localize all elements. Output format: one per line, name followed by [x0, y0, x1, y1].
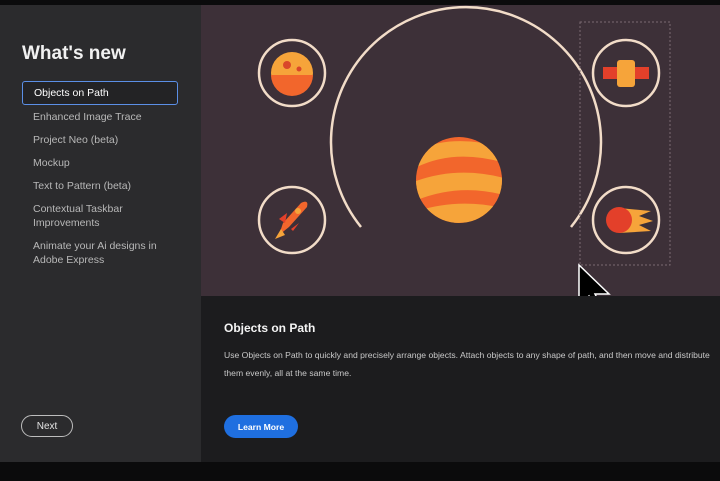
nav-item-objects-on-path[interactable]: Objects on Path [22, 81, 178, 105]
satellite-icon [591, 38, 661, 108]
rocket-icon [257, 185, 327, 255]
whats-new-dialog: What's new Objects on Path Enhanced Imag… [0, 5, 720, 462]
nav-item-project-neo[interactable]: Project Neo (beta) [22, 129, 178, 151]
learn-more-button[interactable]: Learn More [224, 415, 298, 438]
feature-illustration [201, 5, 720, 296]
comet-icon [591, 185, 661, 255]
feature-nav: Objects on Path Enhanced Image Trace Pro… [22, 81, 178, 272]
feature-info: Objects on Path Use Objects on Path to q… [201, 296, 720, 462]
nav-item-mockup[interactable]: Mockup [22, 152, 178, 174]
next-button[interactable]: Next [21, 415, 73, 437]
nav-item-text-to-pattern[interactable]: Text to Pattern (beta) [22, 175, 178, 197]
feature-description: Use Objects on Path to quickly and preci… [224, 350, 710, 378]
nav-item-animate-adobe-express[interactable]: Animate your Ai designs in Adobe Express [22, 235, 178, 271]
planet-icon [257, 38, 327, 108]
sidebar: What's new Objects on Path Enhanced Imag… [0, 5, 201, 462]
feature-panel: Objects on Path Use Objects on Path to q… [201, 5, 720, 462]
feature-title: Objects on Path [224, 321, 316, 335]
dialog-title: What's new [22, 43, 126, 64]
nav-item-contextual-taskbar[interactable]: Contextual Taskbar Improvements [22, 198, 178, 234]
mouse-cursor-icon [578, 263, 611, 296]
nav-item-enhanced-image-trace[interactable]: Enhanced Image Trace [22, 106, 178, 128]
sun-planet-icon [416, 137, 502, 223]
